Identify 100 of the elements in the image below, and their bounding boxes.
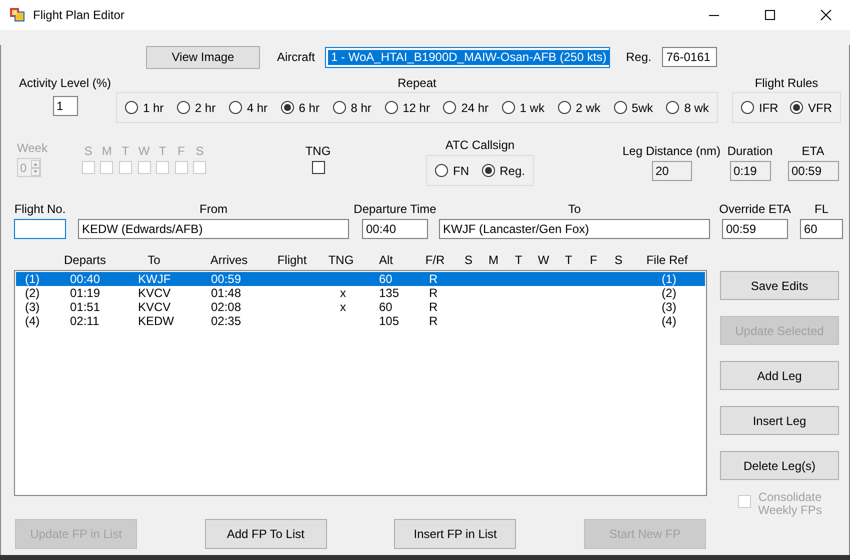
button[interactable]: Insert Leg <box>720 406 839 435</box>
column-header[interactable]: M <box>481 253 506 269</box>
list-cell-text: 00:40 <box>69 272 102 286</box>
list-cell-text: 01:48 <box>210 286 242 300</box>
list-cell-text: 01:19 <box>69 286 102 300</box>
duration-field: 0:19 <box>730 161 770 181</box>
column-header[interactable]: S <box>456 253 481 269</box>
button[interactable]: Add Leg <box>720 361 839 390</box>
to-field[interactable]: KWJF (Lancaster/Gen Fox) <box>439 219 710 239</box>
list-cell-text: (1) <box>660 272 678 286</box>
override-eta-label: Override ETA <box>719 202 791 216</box>
list-cell-text: x <box>339 286 347 300</box>
column-header[interactable]: W <box>531 253 556 269</box>
fl-field[interactable]: 60 <box>800 219 843 239</box>
column-header[interactable]: Flight <box>260 253 324 269</box>
radio-button[interactable]: 2 wk <box>558 100 600 114</box>
radio-button[interactable]: 24 hr <box>443 100 489 114</box>
list-cell-text: 135 <box>378 286 400 300</box>
repeat-label: Repeat <box>398 76 436 90</box>
list-row[interactable]: (4) 02:11 KEDW 02:35 105 R (4) <box>16 314 705 328</box>
radio-button[interactable]: 8 wk <box>666 100 709 114</box>
close-icon[interactable] <box>820 9 832 21</box>
column-header[interactable]: T <box>556 253 581 269</box>
radio-button[interactable]: 12 hr <box>384 100 430 114</box>
aircraft-label: Aircraft <box>277 50 316 64</box>
list-cell-text: 105 <box>378 314 400 328</box>
activity-level-field[interactable]: 1 <box>52 96 78 116</box>
radio-button[interactable]: VFR <box>790 100 832 114</box>
duration-label: Duration <box>727 144 773 158</box>
button[interactable]: Delete Leg(s) <box>720 451 839 480</box>
column-header[interactable]: F/R <box>414 253 456 269</box>
eta-field: 00:59 <box>788 161 838 181</box>
flight-rules-label: Flight Rules <box>754 76 818 90</box>
tng-checkbox[interactable] <box>312 161 324 174</box>
departure-time-field[interactable]: 00:40 <box>362 219 428 239</box>
list-cell-text: R <box>428 272 439 286</box>
list-cell-text: KWJF <box>137 272 172 286</box>
list-cell-text: x <box>339 300 347 314</box>
day-label: S <box>84 144 92 158</box>
override-eta-field[interactable]: 00:59 <box>722 219 788 239</box>
flight-no-field[interactable] <box>14 219 66 239</box>
column-header[interactable]: Arrives <box>198 253 260 269</box>
tng-label: TNG <box>305 144 331 158</box>
column-header[interactable]: To <box>110 253 198 269</box>
from-field[interactable]: KEDW (Edwards/AFB) <box>78 219 349 239</box>
radio-button[interactable]: 4 hr <box>228 100 268 114</box>
column-header[interactable]: F <box>581 253 606 269</box>
list-cell-text: 00:59 <box>210 272 242 286</box>
day-label: M <box>102 144 112 158</box>
app-icon <box>9 7 25 23</box>
column-header[interactable]: File Ref <box>631 253 703 269</box>
list-cell-text: (2) <box>660 286 678 300</box>
button[interactable]: Insert FP in List <box>394 519 516 549</box>
button[interactable]: Add FP To List <box>204 519 327 549</box>
leg-distance-field: 20 <box>652 161 692 181</box>
column-header[interactable]: TNG <box>324 253 358 269</box>
radio-button[interactable]: IFR <box>741 100 778 114</box>
list-cell-text: R <box>428 286 439 300</box>
aircraft-dropdown[interactable]: 1 - WoA_HTAI_B1900D_MAIW-Osan-AFB (250 kts) <box>325 46 610 68</box>
radio-button[interactable]: FN <box>435 164 469 178</box>
flight-no-label: Flight No. <box>14 202 66 216</box>
maximize-icon[interactable] <box>764 9 776 21</box>
list-row[interactable]: (2) 01:19 KVCV 01:48 x 135 R (2) <box>16 286 705 300</box>
leg-distance-label: Leg Distance (nm) <box>622 144 721 158</box>
column-header[interactable]: T <box>506 253 531 269</box>
list-cell-text: (3) <box>24 300 41 314</box>
from-label: From <box>200 202 228 216</box>
eta-label: ETA <box>802 144 824 158</box>
day-label: F <box>178 144 185 158</box>
view-image-button[interactable]: View Image <box>146 46 260 68</box>
to-label: To <box>568 202 581 216</box>
radio-button[interactable]: 8 hr <box>332 100 372 114</box>
reg-label: Reg. <box>626 50 652 64</box>
column-header[interactable]: Alt <box>358 253 414 269</box>
day-label: T <box>158 144 166 158</box>
consolidate-label: Consolidate Weekly FPs <box>757 491 823 517</box>
activity-level-label: Activity Level (%) <box>18 76 112 90</box>
button[interactable]: Save Edits <box>720 271 839 300</box>
list-cell-text: (2) <box>24 286 41 300</box>
radio-button[interactable]: 5wk <box>614 100 653 114</box>
list-row[interactable]: (3) 01:51 KVCV 02:08 x 60 R (3) <box>16 300 705 314</box>
list-row[interactable]: (1) 00:40 KWJF 00:59 60 R (1) <box>16 272 705 286</box>
day-label: T <box>122 144 130 158</box>
radio-button[interactable]: 6 hr <box>280 100 320 114</box>
day-label: W <box>138 144 150 158</box>
reg-field[interactable]: 76-0161 <box>662 47 718 67</box>
list-cell-text: 60 <box>378 300 394 314</box>
list-cell-text: R <box>428 314 439 328</box>
fl-label: FL <box>814 202 828 216</box>
day-label: S <box>196 144 204 158</box>
list-cell-text: 02:35 <box>210 314 242 328</box>
radio-button[interactable]: Reg. <box>482 164 525 178</box>
list-cell-text: KVCV <box>137 286 172 300</box>
radio-button[interactable]: 2 hr <box>176 100 216 114</box>
column-header[interactable]: S <box>606 253 631 269</box>
radio-button[interactable]: 1 hr <box>125 100 164 114</box>
column-header[interactable]: Departs <box>60 253 110 269</box>
list-cell-text: 60 <box>378 272 394 286</box>
spinner-arrows-icon[interactable] <box>31 160 40 176</box>
radio-button[interactable]: 1 wk <box>502 100 544 114</box>
